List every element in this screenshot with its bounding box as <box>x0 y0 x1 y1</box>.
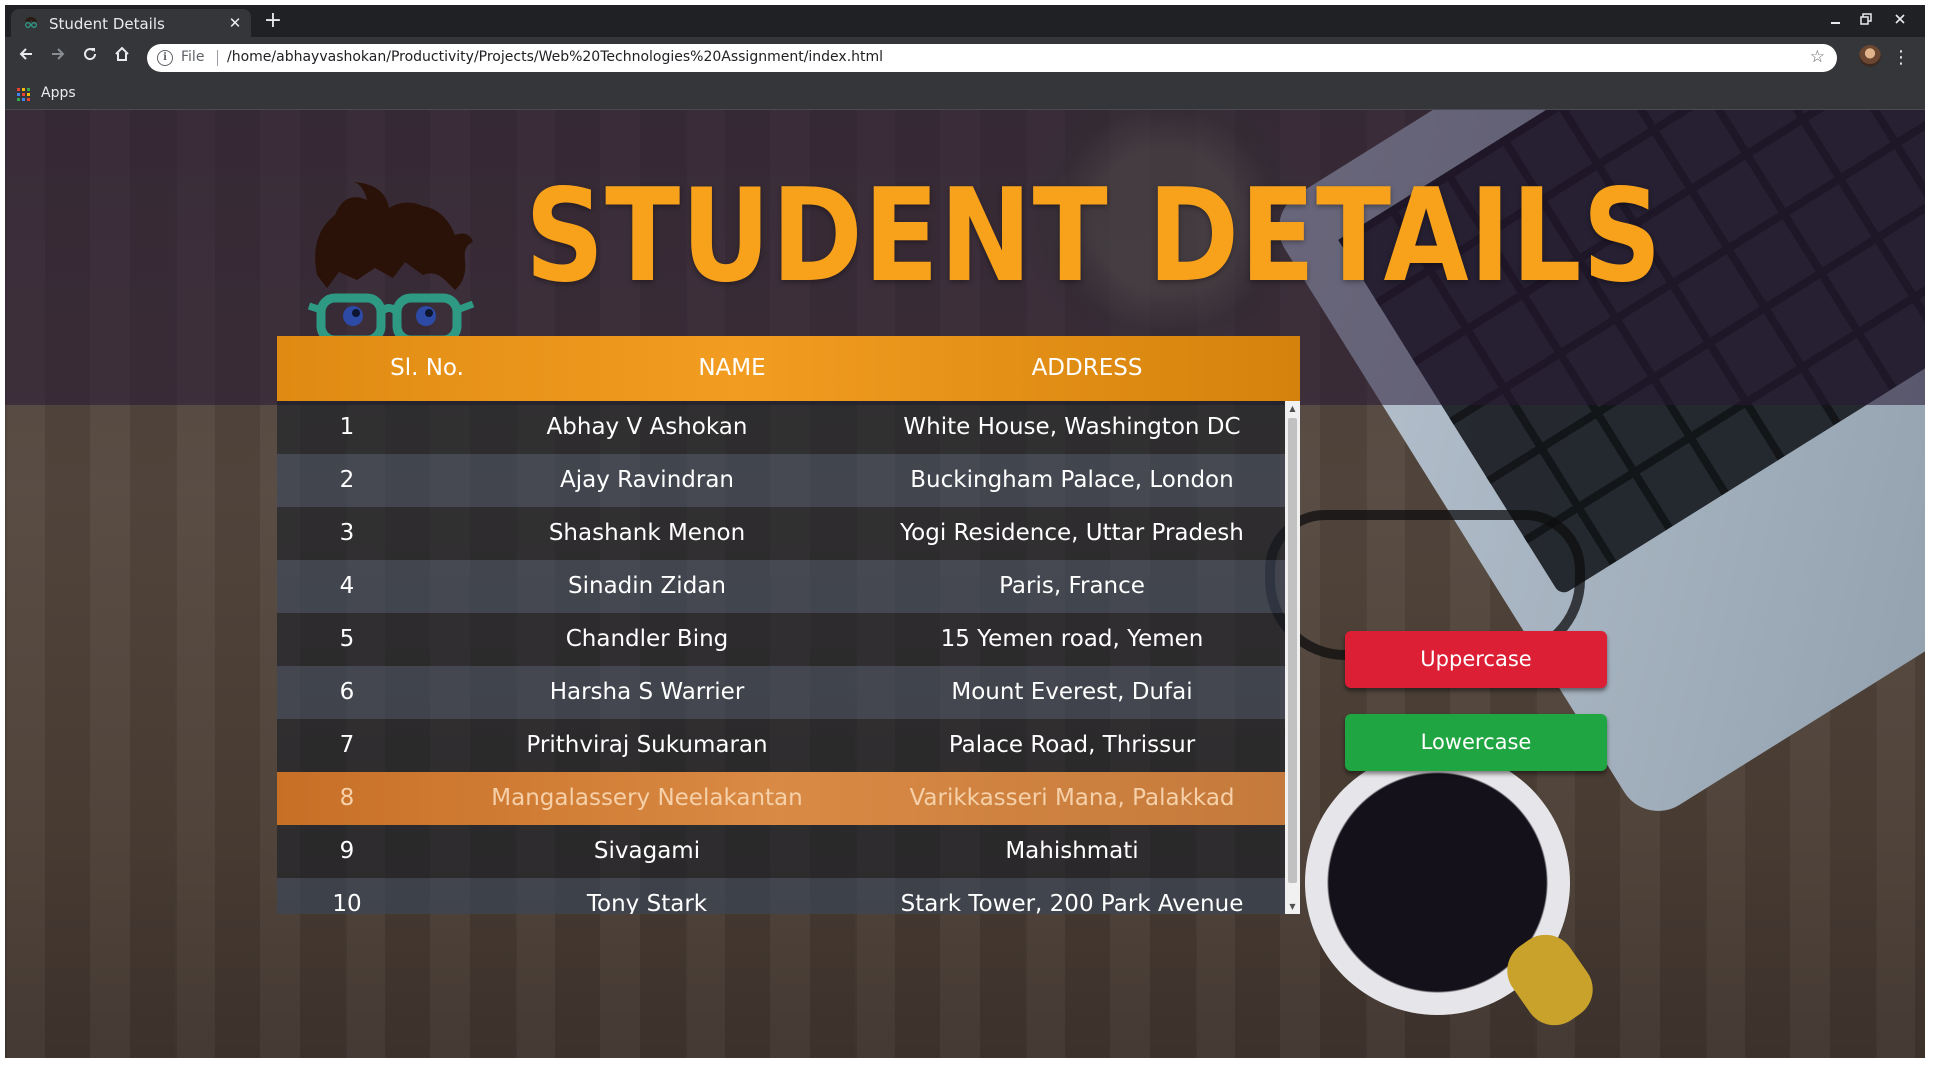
cell-name: Chandler Bing <box>565 626 729 652</box>
cell-name: Harsha S Warrier <box>549 679 745 705</box>
table-scrollbar[interactable]: ▲ ▼ <box>1285 401 1300 914</box>
cell-sl-no: 7 <box>339 732 355 758</box>
header-address: ADDRESS <box>1031 355 1143 381</box>
table-row[interactable]: 6 Harsha S Warrier Mount Everest, Dufai <box>277 666 1285 719</box>
info-icon[interactable]: i <box>157 50 173 66</box>
minimize-icon[interactable] <box>1825 11 1847 31</box>
scroll-up-icon[interactable]: ▲ <box>1285 401 1300 416</box>
arrow-right-icon[interactable] <box>45 45 71 71</box>
cell-address: Paris, France <box>999 573 1145 599</box>
cell-sl-no: 10 <box>332 891 362 914</box>
cell-sl-no: 3 <box>339 520 355 546</box>
tab-strip: Student Details ✕ + <box>5 5 1925 37</box>
table-row-highlighted[interactable]: 8 Mangalassery Neelakantan Varikkasseri … <box>277 772 1285 825</box>
apps-grid-icon[interactable] <box>17 88 31 102</box>
omnibox-divider <box>217 50 218 66</box>
uppercase-button[interactable]: Uppercase <box>1345 631 1607 688</box>
scrollbar-thumb[interactable] <box>1288 418 1297 883</box>
new-tab-button[interactable]: + <box>261 10 285 34</box>
header-sl-no: Sl. No. <box>390 355 464 381</box>
browser-tab[interactable]: Student Details ✕ <box>11 9 251 37</box>
cell-name: Sivagami <box>593 838 701 864</box>
tab-title: Student Details <box>49 15 165 33</box>
home-icon[interactable] <box>109 45 135 71</box>
table-row[interactable]: 5 Chandler Bing 15 Yemen road, Yemen <box>277 613 1285 666</box>
arrow-left-icon[interactable] <box>13 45 39 71</box>
cell-address: Varikkasseri Mana, Palakkad <box>909 785 1235 811</box>
table-header: Sl. No. NAME ADDRESS <box>277 336 1300 401</box>
window-close-icon[interactable] <box>1889 11 1911 31</box>
bookmarks-bar: Apps <box>5 79 1925 110</box>
table-row[interactable]: 9 Sivagami Mahishmati <box>277 825 1285 878</box>
cell-address: Yogi Residence, Uttar Pradesh <box>900 520 1244 546</box>
cell-address: Mahishmati <box>1005 838 1139 864</box>
page-content: STUDENT DETAILS Sl. No. NAME ADDRESS 1 A… <box>5 110 1925 1058</box>
page-title: STUDENT DETAILS <box>525 162 1663 311</box>
table-row[interactable]: 1 Abhay V Ashokan White House, Washingto… <box>277 401 1285 454</box>
cell-sl-no: 5 <box>339 626 355 652</box>
cell-sl-no: 4 <box>339 573 355 599</box>
table-body[interactable]: 1 Abhay V Ashokan White House, Washingto… <box>277 401 1285 914</box>
cell-address: Palace Road, Thrissur <box>948 732 1196 758</box>
cell-name: Prithviraj Sukumaran <box>526 732 768 758</box>
table-row[interactable]: 10 Tony Stark Stark Tower, 200 Park Aven… <box>277 878 1285 914</box>
table-row[interactable]: 3 Shashank Menon Yogi Residence, Uttar P… <box>277 507 1285 560</box>
cell-address: Stark Tower, 200 Park Avenue <box>900 891 1244 914</box>
apps-bookmark[interactable]: Apps <box>41 85 76 101</box>
cell-name: Mangalassery Neelakantan <box>491 785 803 811</box>
scheme-label: File <box>181 49 205 65</box>
cell-address: Mount Everest, Dufai <box>951 679 1193 705</box>
cell-sl-no: 9 <box>339 838 355 864</box>
lowercase-button[interactable]: Lowercase <box>1345 714 1607 771</box>
header-name: NAME <box>698 355 766 381</box>
table-row[interactable]: 2 Ajay Ravindran Buckingham Palace, Lond… <box>277 454 1285 507</box>
address-bar[interactable]: i File /home/abhayvashokan/Productivity/… <box>147 44 1837 72</box>
cell-name: Abhay V Ashokan <box>546 414 748 440</box>
cell-name: Sinadin Zidan <box>568 573 726 599</box>
student-table: Sl. No. NAME ADDRESS 1 Abhay V Ashokan W… <box>277 336 1300 914</box>
restore-icon[interactable] <box>1855 11 1877 31</box>
nerd-logo-icon <box>307 182 475 355</box>
cell-address: 15 Yemen road, Yemen <box>940 626 1204 652</box>
cell-address: White House, Washington DC <box>903 414 1241 440</box>
tab-close-icon[interactable]: ✕ <box>225 13 245 33</box>
browser-toolbar: i File /home/abhayvashokan/Productivity/… <box>5 37 1925 79</box>
browser-window: Student Details ✕ + i File /home/abhayva… <box>5 5 1925 1058</box>
cell-name: Shashank Menon <box>548 520 746 546</box>
kebab-menu-icon[interactable]: ⋮ <box>1891 45 1911 71</box>
cell-name: Ajay Ravindran <box>559 467 735 493</box>
cell-sl-no: 6 <box>339 679 355 705</box>
cell-name: Tony Stark <box>586 891 708 914</box>
cell-sl-no: 8 <box>339 785 355 811</box>
star-icon[interactable]: ☆ <box>1810 47 1825 67</box>
cell-address: Buckingham Palace, London <box>910 467 1234 493</box>
reload-icon[interactable] <box>77 45 103 71</box>
table-row[interactable]: 7 Prithviraj Sukumaran Palace Road, Thri… <box>277 719 1285 772</box>
table-row[interactable]: 4 Sinadin Zidan Paris, France <box>277 560 1285 613</box>
nerd-favicon-icon <box>25 17 37 28</box>
profile-avatar[interactable] <box>1859 45 1881 67</box>
scroll-down-icon[interactable]: ▼ <box>1285 899 1300 914</box>
url-text[interactable]: /home/abhayvashokan/Productivity/Project… <box>227 49 883 65</box>
cell-sl-no: 1 <box>339 414 355 440</box>
cell-sl-no: 2 <box>339 467 355 493</box>
